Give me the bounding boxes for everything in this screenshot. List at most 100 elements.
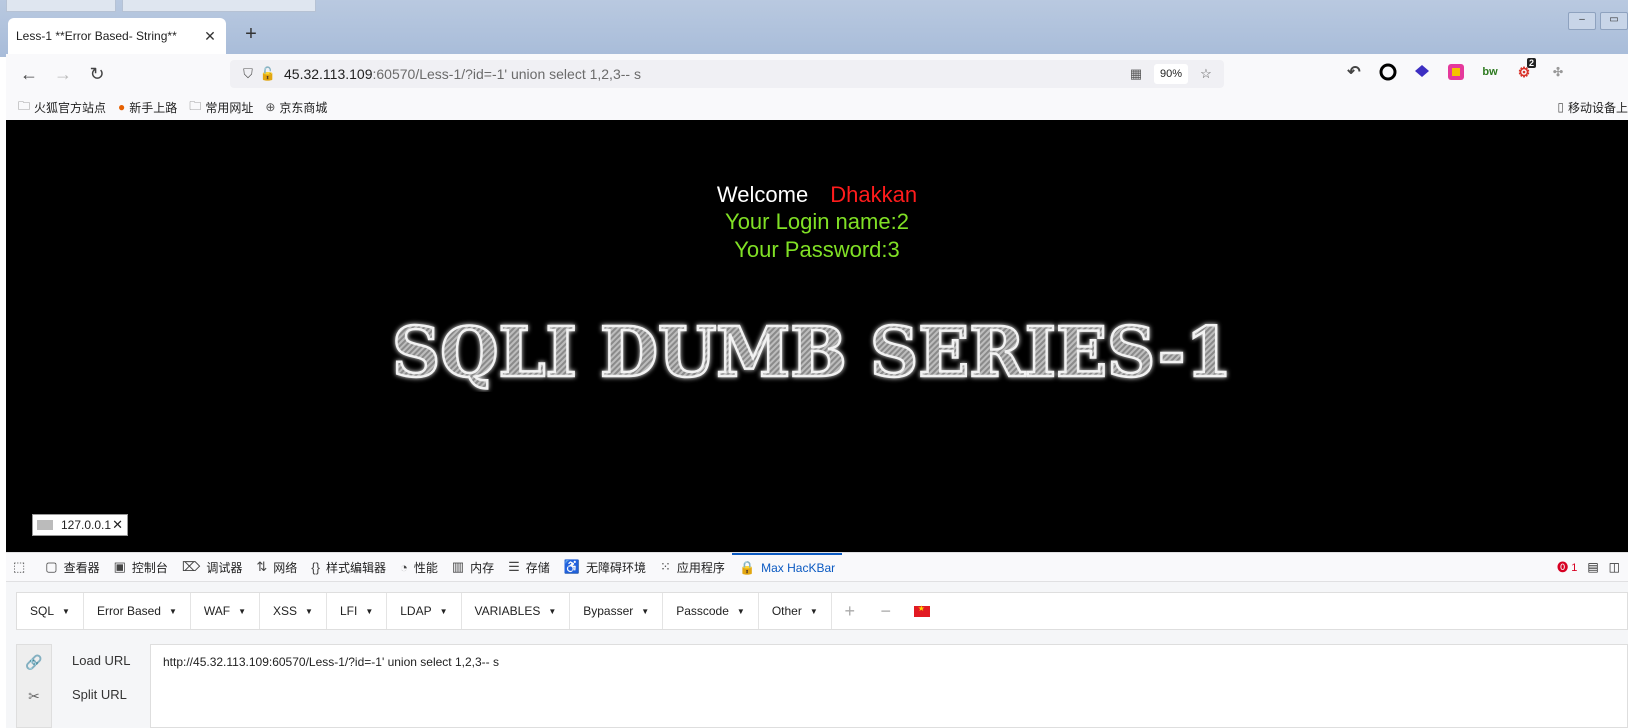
caret-down-icon: ▼ xyxy=(62,606,70,616)
globe-icon: ⊕ xyxy=(265,100,276,114)
error-counter[interactable]: ⓿ 1 xyxy=(1557,559,1577,575)
tab-accessibility[interactable]: ♿ 无障碍环境 xyxy=(557,553,653,581)
split-console-icon[interactable]: ▤ xyxy=(1587,560,1598,574)
mobile-bookmarks[interactable]: ▯ 移动设备上 xyxy=(1557,94,1628,120)
style-editor-icon: {} xyxy=(311,559,320,575)
hackbar-sidebar: 🔗 ✂ xyxy=(16,644,52,728)
tab-label: 存储 xyxy=(525,560,550,575)
hackbar-icon: 🔒 xyxy=(738,560,756,575)
devtools-toolbar: ⬚ ▢ 查看器 ▣ 控制台 ⌦ 调试器 ⇅ 网络 {} 样式编辑器 ◔ 性能 ▥ 内存 ☰ 存储… xyxy=(6,552,1628,582)
bookmark-label: 京东商城 xyxy=(279,100,328,115)
tab-label: Max HacKBar xyxy=(761,561,836,575)
circle-extension-icon[interactable] xyxy=(1376,60,1400,84)
menu-xss[interactable]: XSS ▼ xyxy=(260,593,327,629)
menu-lfi[interactable]: LFI ▼ xyxy=(327,593,388,629)
element-picker-icon[interactable]: ⬚ xyxy=(6,553,38,581)
tab-label: 性能 xyxy=(413,560,438,575)
hackbar-toolbar: SQL ▼ Error Based ▼ WAF ▼ XSS ▼ LFI ▼ LDAP ▼ V… xyxy=(16,592,1628,630)
bookmark-item[interactable]: ⊕ 京东商城 xyxy=(265,99,327,116)
menu-ldap[interactable]: LDAP ▼ xyxy=(387,593,462,629)
menu-variables[interactable]: VARIABLES ▼ xyxy=(462,593,571,629)
phone-icon: ▯ xyxy=(1557,100,1564,114)
link-icon[interactable]: 🔗 xyxy=(17,645,51,679)
bookmark-item[interactable]: ● 新手上路 xyxy=(118,99,177,116)
back-arrow-icon[interactable]: ← xyxy=(12,59,46,89)
minimize-icon[interactable]: – xyxy=(1568,12,1596,30)
tab-application[interactable]: ⁙ 应用程序 xyxy=(653,553,732,581)
tab-max-hackbar[interactable]: 🔒 Max HacKBar xyxy=(731,553,843,581)
plus-icon[interactable]: + xyxy=(832,601,868,622)
shield-icon[interactable]: ⛉ xyxy=(238,66,258,82)
console-icon: ▣ xyxy=(113,559,126,574)
tab-console[interactable]: ▣ 控制台 xyxy=(107,553,175,581)
colorful-extension-icon[interactable] xyxy=(1444,60,1468,84)
tab-performance[interactable]: ◔ 性能 xyxy=(393,553,445,581)
partial-window-tab[interactable] xyxy=(122,0,316,12)
reload-icon[interactable]: ↻ xyxy=(80,59,114,89)
welcome-line: Welcome Dhakkan xyxy=(6,182,1628,208)
zoom-level[interactable]: 90% xyxy=(1154,64,1188,84)
tab-label: 样式编辑器 xyxy=(325,560,386,575)
close-icon[interactable]: ✕ xyxy=(112,517,123,533)
hackbar-panel: SQL ▼ Error Based ▼ WAF ▼ XSS ▼ LFI ▼ LDAP ▼ V… xyxy=(6,582,1628,728)
bookmark-item[interactable]: 🗀 火狐官方站点 xyxy=(18,97,106,118)
insecure-lock-icon[interactable]: 🔓 xyxy=(258,66,278,82)
menu-label: XSS xyxy=(273,604,298,618)
menu-error-based[interactable]: Error Based ▼ xyxy=(84,593,191,629)
tab-label: 调试器 xyxy=(206,560,243,575)
tab-storage[interactable]: ☰ 存储 xyxy=(501,553,557,581)
folder-icon: 🗀 xyxy=(189,98,202,113)
menu-sql[interactable]: SQL ▼ xyxy=(17,593,84,629)
ip-indicator[interactable]: 127.0.0.1 ✕ xyxy=(32,514,128,536)
split-url-button[interactable]: Split URL xyxy=(62,678,131,712)
tab-inspector[interactable]: ▢ 查看器 xyxy=(38,553,106,581)
undo-icon[interactable]: ↶ xyxy=(1342,60,1366,84)
tab-style-editor[interactable]: {} 样式编辑器 xyxy=(304,553,393,581)
hackbar-extension-icon[interactable]: ⚙ 2 xyxy=(1512,58,1536,84)
new-tab-icon[interactable]: + xyxy=(240,22,262,46)
browser-tab[interactable]: Less-1 **Error Based- String** ✕ xyxy=(8,18,226,54)
forward-arrow-icon[interactable]: → xyxy=(46,59,80,89)
url-path: :60570/Less-1/?id=-1' union select 1,2,3… xyxy=(372,66,641,82)
bookmark-star-icon[interactable]: ☆ xyxy=(1196,66,1216,82)
caret-down-icon: ▼ xyxy=(809,606,818,616)
storage-icon: ☰ xyxy=(508,559,520,574)
tab-memory[interactable]: ▥ 内存 xyxy=(445,553,501,581)
folder-icon: 🗀 xyxy=(18,98,31,113)
caret-down-icon: ▼ xyxy=(439,606,448,616)
partial-window-tab[interactable] xyxy=(6,0,116,12)
tab-title: Less-1 **Error Based- String** xyxy=(16,29,177,43)
memory-icon: ▥ xyxy=(451,559,465,574)
menu-bypasser[interactable]: Bypasser ▼ xyxy=(570,593,664,629)
address-bar[interactable]: ⛉ 🔓 45.32.113.109:60570/Less-1/?id=-1' u… xyxy=(230,60,1224,88)
close-icon[interactable]: ✕ xyxy=(202,28,218,45)
layers-extension-icon[interactable] xyxy=(1410,60,1434,84)
tab-label: 查看器 xyxy=(63,560,100,575)
error-count: 1 xyxy=(1571,562,1578,574)
tab-network[interactable]: ⇅ 网络 xyxy=(249,553,304,581)
minus-icon[interactable]: − xyxy=(868,601,904,622)
tab-debugger[interactable]: ⌦ 调试器 xyxy=(175,553,249,581)
flag-icon[interactable] xyxy=(913,604,930,617)
load-url-button[interactable]: Load URL xyxy=(62,644,131,678)
url-textarea[interactable]: http://45.32.113.109:60570/Less-1/?id=-1… xyxy=(150,644,1628,728)
dock-side-icon[interactable]: ◫ xyxy=(1609,560,1620,574)
network-icon: ⇅ xyxy=(256,559,268,574)
bookmark-item[interactable]: 🗀 常用网址 xyxy=(189,97,253,118)
scissors-icon[interactable]: ✂ xyxy=(17,679,51,713)
qr-code-icon[interactable]: ▦ xyxy=(1126,66,1146,82)
devtools-right-controls: ⓿ 1 ▤ ◫ xyxy=(1557,553,1628,581)
bw-extension-icon[interactable]: bw xyxy=(1478,60,1502,84)
menu-other[interactable]: Other ▼ xyxy=(759,593,832,629)
maximize-icon[interactable]: ▭ xyxy=(1600,12,1628,30)
menu-waf[interactable]: WAF ▼ xyxy=(191,593,261,629)
bookmark-label: 新手上路 xyxy=(129,100,178,115)
menu-passcode[interactable]: Passcode ▼ xyxy=(663,593,759,629)
debugger-icon: ⌦ xyxy=(181,559,201,574)
bookmark-label: 常用网址 xyxy=(205,100,254,115)
url-text[interactable]: 45.32.113.109:60570/Less-1/?id=-1' union… xyxy=(278,66,1126,82)
tab-label: 无障碍环境 xyxy=(586,560,647,575)
welcome-text: Welcome xyxy=(716,182,809,207)
puzzle-extension-icon[interactable]: ✣ xyxy=(1546,60,1570,84)
menu-label: WAF xyxy=(203,604,231,618)
